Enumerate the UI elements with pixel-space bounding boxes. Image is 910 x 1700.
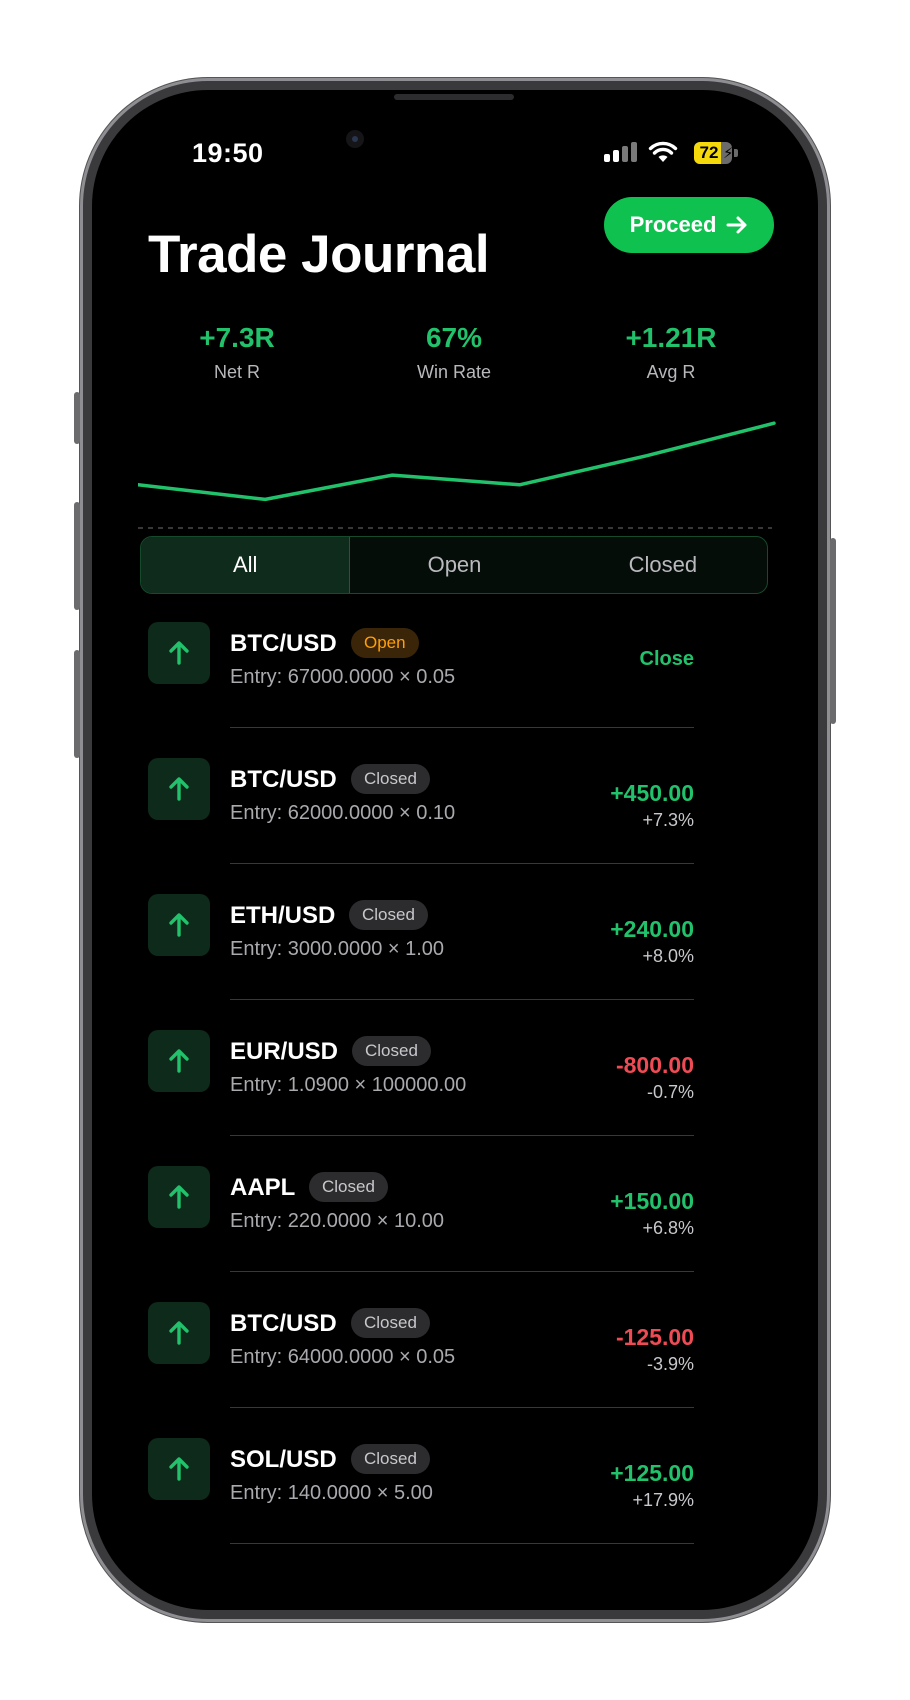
trade-symbol: BTC/USD [230,1310,337,1337]
arrow-up-icon [169,913,189,937]
trade-pnl: +125.00 [610,1460,694,1486]
battery-icon: 72 ⚡ [694,142,740,164]
status-badge: Closed [351,764,430,794]
arrow-up-icon [169,1457,189,1481]
trade-pct: -3.9% [646,1354,694,1374]
divider [230,1543,694,1544]
status-badge: Closed [349,900,428,930]
stat-net-r: +7.3R Net R [137,322,337,383]
equity-chart [138,421,776,529]
trade-entry: Entry: 62000.0000 × 0.10 [230,802,456,824]
battery-percent: 72 [699,143,719,162]
volume-down-button [74,650,80,758]
direction-badge [148,758,210,820]
direction-badge [148,1438,210,1500]
arrow-right-icon [726,216,747,234]
signal-icon [604,142,638,162]
equity-series-line [138,421,776,502]
direction-badge [148,1030,210,1092]
trade-row[interactable]: BTC/USD Closed Entry: 64000.0000 × 0.05 … [92,1272,818,1408]
direction-badge [148,622,210,684]
trade-entry: Entry: 67000.0000 × 0.05 [230,666,456,688]
app-screen: 19:50 72 ⚡ Proceed Trade Journal +7.3R N… [92,90,818,1610]
trade-pct: -0.7% [646,1082,694,1102]
front-camera [346,130,364,148]
trade-list: BTC/USD Open Entry: 67000.0000 × 0.05 Cl… [92,592,818,1544]
trade-symbol: AAPL [230,1174,296,1201]
stat-label: Win Rate [416,362,492,382]
status-badge: Closed [351,1308,430,1338]
stat-label: Net R [213,362,260,382]
stat-label: Avg R [646,362,696,382]
volume-up-button [74,502,80,610]
arrow-up-icon [169,777,189,801]
trade-row[interactable]: AAPL Closed Entry: 220.0000 × 10.00 +150… [92,1136,818,1272]
trade-pct: +7.3% [642,810,694,830]
trade-symbol: SOL/USD [230,1446,337,1473]
trade-row[interactable]: BTC/USD Open Entry: 67000.0000 × 0.05 Cl… [92,592,818,728]
trade-entry: Entry: 220.0000 × 10.00 [230,1210,445,1232]
trade-entry: Entry: 140.0000 × 5.00 [230,1482,433,1504]
proceed-button[interactable]: Proceed [604,197,774,253]
trade-pnl: -800.00 [615,1052,694,1078]
trade-entry: Entry: 64000.0000 × 0.05 [230,1346,456,1368]
tab-closed[interactable]: Closed [559,537,767,593]
arrow-up-icon [169,1321,189,1345]
status-time: 19:50 [192,138,264,168]
trade-row[interactable]: SOL/USD Closed Entry: 140.0000 × 5.00 +1… [92,1408,818,1544]
arrow-up-icon [169,1185,189,1209]
speaker-grille [394,94,514,100]
charging-icon: ⚡ [723,145,732,162]
stat-win-rate: 67% Win Rate [354,322,554,383]
trade-row[interactable]: EUR/USD Closed Entry: 1.0900 × 100000.00… [92,1000,818,1136]
trade-pnl: +240.00 [610,916,694,942]
power-button [830,538,836,724]
page-title: Trade Journal [148,225,490,284]
filter-tabs: All Open Closed [140,536,768,594]
trade-pct: +17.9% [632,1490,694,1510]
status-badge: Open [351,628,419,658]
status-badge: Closed [352,1036,431,1066]
stat-value: +7.3R [199,322,275,353]
trade-row[interactable]: BTC/USD Closed Entry: 62000.0000 × 0.10 … [92,728,818,864]
stat-value: +1.21R [625,322,717,353]
status-badge: Closed [351,1444,430,1474]
direction-badge [148,1166,210,1228]
direction-badge [148,1302,210,1364]
arrow-up-icon [169,1049,189,1073]
tab-all[interactable]: All [141,537,351,593]
proceed-label: Proceed [629,212,717,237]
trade-row[interactable]: ETH/USD Closed Entry: 3000.0000 × 1.00 +… [92,864,818,1000]
direction-badge [148,894,210,956]
stat-avg-r: +1.21R Avg R [571,322,771,383]
status-badge: Closed [309,1172,388,1202]
tab-open[interactable]: Open [350,537,558,593]
trade-entry: Entry: 1.0900 × 100000.00 [230,1074,467,1096]
close-trade-button[interactable]: Close [640,648,694,671]
stat-value: 67% [425,322,483,353]
trade-pnl: -125.00 [615,1324,694,1350]
arrow-up-icon [169,641,189,665]
trade-pnl: +450.00 [610,780,694,806]
trade-symbol: EUR/USD [230,1038,339,1065]
trade-entry: Entry: 3000.0000 × 1.00 [230,938,445,960]
trade-pct: +8.0% [642,946,694,966]
trade-pnl: +150.00 [610,1188,694,1214]
trade-symbol: BTC/USD [230,766,337,793]
trade-symbol: BTC/USD [230,630,337,657]
trade-pct: +6.8% [642,1218,694,1238]
mute-switch [74,392,80,444]
wifi-icon [648,141,678,162]
trade-symbol: ETH/USD [230,902,336,929]
